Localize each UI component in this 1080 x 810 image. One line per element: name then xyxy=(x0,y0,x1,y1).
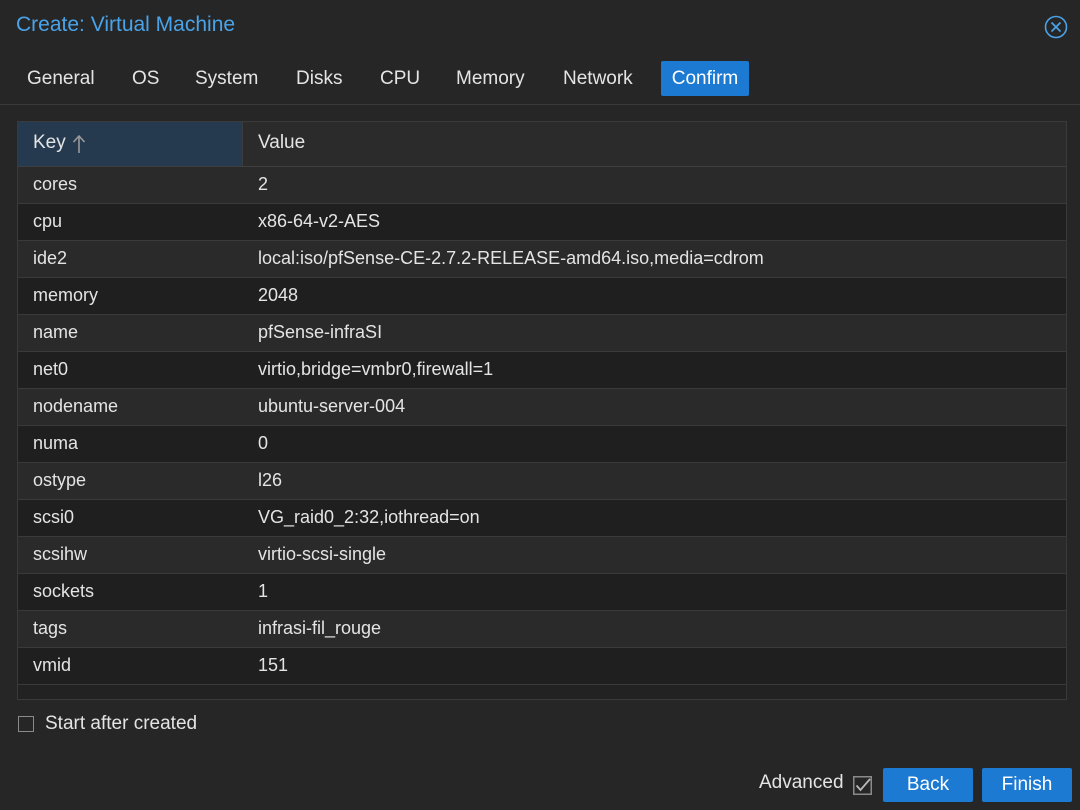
row-value: 151 xyxy=(258,655,289,675)
table-row[interactable]: scsi0 VG_raid0_2:32,iothread=on xyxy=(18,500,1066,537)
table-row[interactable]: nodename ubuntu-server-004 xyxy=(18,389,1066,426)
tab-cpu[interactable]: CPU xyxy=(370,61,430,96)
advanced-checkbox[interactable] xyxy=(853,776,872,795)
table-row[interactable]: cores 2 xyxy=(18,167,1066,204)
tab-general[interactable]: General xyxy=(17,61,105,96)
table-row[interactable]: tags infrasi-fil_rouge xyxy=(18,611,1066,648)
checkmark-icon xyxy=(853,776,872,795)
column-header-key-label: Key xyxy=(33,132,66,153)
tab-confirm[interactable]: Confirm xyxy=(661,61,749,96)
tab-os[interactable]: OS xyxy=(122,61,169,96)
row-value: pfSense-infraSI xyxy=(258,322,383,342)
row-key: tags xyxy=(33,618,68,638)
row-value: ubuntu-server-004 xyxy=(258,396,406,416)
tab-disks[interactable]: Disks xyxy=(286,61,352,96)
row-key: ostype xyxy=(33,470,87,490)
back-button[interactable]: Back xyxy=(883,768,973,802)
summary-grid: Key Value cores 2 cpu x86-64-v2-AES ide2 lo… xyxy=(17,121,1067,700)
column-header-value[interactable]: Value xyxy=(243,122,1066,166)
row-value: virtio,bridge=vmbr0,firewall=1 xyxy=(258,359,494,379)
row-value: virtio-scsi-single xyxy=(258,544,387,564)
row-value: local:iso/pfSense-CE-2.7.2-RELEASE-amd64… xyxy=(258,248,764,268)
row-key: numa xyxy=(33,433,79,453)
sort-ascending-icon xyxy=(72,134,86,153)
row-value: x86-64-v2-AES xyxy=(258,211,381,231)
row-value: 2 xyxy=(258,174,269,194)
close-circle-icon xyxy=(1044,15,1068,39)
row-key: vmid xyxy=(33,655,72,675)
table-row[interactable]: ide2 local:iso/pfSense-CE-2.7.2-RELEASE-a… xyxy=(18,241,1066,278)
advanced-label: Advanced xyxy=(759,772,844,793)
tab-memory[interactable]: Memory xyxy=(446,61,535,96)
column-header-key[interactable]: Key xyxy=(18,122,243,166)
row-value: l26 xyxy=(258,470,283,490)
row-key: sockets xyxy=(33,581,95,601)
table-row[interactable]: name pfSense-infraSI xyxy=(18,315,1066,352)
tab-network[interactable]: Network xyxy=(553,61,643,96)
row-key: name xyxy=(33,322,79,342)
table-row[interactable]: vmid 151 xyxy=(18,648,1066,685)
row-value: 0 xyxy=(258,433,269,453)
row-key: scsihw xyxy=(33,544,88,564)
grid-header: Key Value xyxy=(18,122,1066,167)
tab-system[interactable]: System xyxy=(185,61,268,96)
row-key: memory xyxy=(33,285,99,305)
close-button[interactable] xyxy=(1044,15,1068,39)
table-row[interactable]: ostype l26 xyxy=(18,463,1066,500)
row-value: VG_raid0_2:32,iothread=on xyxy=(258,507,480,527)
column-header-value-label: Value xyxy=(258,132,306,153)
table-row[interactable]: scsihw virtio-scsi-single xyxy=(18,537,1066,574)
row-key: cores xyxy=(33,174,78,194)
start-after-created-checkbox[interactable] xyxy=(18,716,34,732)
window-title: Create: Virtual Machine xyxy=(16,13,236,36)
table-row[interactable]: memory 2048 xyxy=(18,278,1066,315)
row-key: scsi0 xyxy=(33,507,75,527)
table-row[interactable]: sockets 1 xyxy=(18,574,1066,611)
row-key: net0 xyxy=(33,359,69,379)
confirm-panel: Key Value cores 2 cpu x86-64-v2-AES ide2 lo… xyxy=(0,105,1080,757)
row-key: nodename xyxy=(33,396,119,416)
row-value: 2048 xyxy=(258,285,299,305)
table-row[interactable]: numa 0 xyxy=(18,426,1066,463)
start-after-created-label: Start after created xyxy=(45,713,198,734)
window-titlebar: Create: Virtual Machine xyxy=(0,0,1080,52)
row-key: ide2 xyxy=(33,248,68,268)
row-key: cpu xyxy=(33,211,63,231)
finish-button[interactable]: Finish xyxy=(982,768,1072,802)
row-value: 1 xyxy=(258,581,269,601)
dialog-footer: Advanced Back Finish xyxy=(0,758,1080,810)
table-row[interactable]: cpu x86-64-v2-AES xyxy=(18,204,1066,241)
table-row[interactable]: net0 virtio,bridge=vmbr0,firewall=1 xyxy=(18,352,1066,389)
row-value: infrasi-fil_rouge xyxy=(258,618,382,638)
wizard-tabs: General OS System Disks CPU Memory Netwo… xyxy=(0,52,1080,105)
grid-body: cores 2 cpu x86-64-v2-AES ide2 local:iso/pf… xyxy=(18,167,1066,685)
